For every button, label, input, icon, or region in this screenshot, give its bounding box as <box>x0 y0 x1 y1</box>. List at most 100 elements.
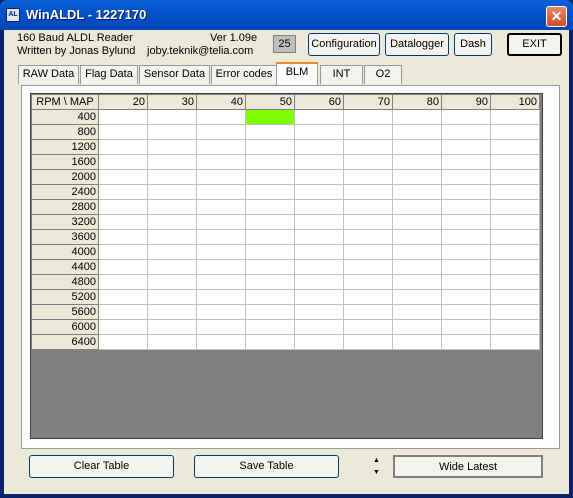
grid-cell[interactable] <box>490 319 540 335</box>
clear-table-button[interactable]: Clear Table <box>29 455 174 478</box>
grid-cell[interactable] <box>147 289 197 305</box>
grid-cell[interactable] <box>392 184 442 200</box>
grid-cell[interactable] <box>392 139 442 155</box>
grid-cell[interactable] <box>343 289 393 305</box>
grid-cell[interactable] <box>147 139 197 155</box>
grid-cell[interactable] <box>294 184 344 200</box>
grid-cell[interactable] <box>392 154 442 170</box>
grid-cell[interactable] <box>245 214 295 230</box>
grid-cell[interactable] <box>98 244 148 260</box>
grid-cell[interactable] <box>441 304 491 320</box>
grid-cell[interactable] <box>147 109 197 125</box>
grid-cell[interactable] <box>490 229 540 245</box>
grid-cell[interactable] <box>490 124 540 140</box>
grid-cell[interactable] <box>245 229 295 245</box>
grid-cell[interactable] <box>392 124 442 140</box>
grid-cell[interactable] <box>441 169 491 185</box>
grid-cell[interactable] <box>490 184 540 200</box>
grid-cell[interactable] <box>441 229 491 245</box>
grid-cell[interactable] <box>147 169 197 185</box>
grid-cell[interactable] <box>294 334 344 350</box>
grid-cell[interactable] <box>98 304 148 320</box>
grid-cell[interactable] <box>147 229 197 245</box>
grid-cell[interactable] <box>392 259 442 275</box>
grid-cell[interactable] <box>147 214 197 230</box>
grid-cell[interactable] <box>441 274 491 290</box>
grid-cell[interactable] <box>196 304 246 320</box>
grid-cell[interactable] <box>196 139 246 155</box>
grid-cell[interactable] <box>98 154 148 170</box>
grid-cell[interactable] <box>343 124 393 140</box>
grid-cell[interactable] <box>441 109 491 125</box>
tab-o2[interactable]: O2 <box>364 65 402 84</box>
grid-cell[interactable] <box>147 319 197 335</box>
grid-cell[interactable] <box>392 319 442 335</box>
grid-cell[interactable] <box>294 259 344 275</box>
grid-cell[interactable] <box>392 199 442 215</box>
grid-cell[interactable] <box>196 289 246 305</box>
grid-cell[interactable] <box>392 169 442 185</box>
grid-cell[interactable] <box>147 304 197 320</box>
grid-cell[interactable] <box>392 274 442 290</box>
grid-cell[interactable] <box>392 229 442 245</box>
grid-cell[interactable] <box>490 274 540 290</box>
grid-cell[interactable] <box>98 124 148 140</box>
grid-cell[interactable] <box>245 199 295 215</box>
grid-cell[interactable] <box>490 259 540 275</box>
grid-cell[interactable] <box>441 214 491 230</box>
grid-cell[interactable] <box>294 169 344 185</box>
grid-cell[interactable] <box>294 304 344 320</box>
grid-cell[interactable] <box>196 109 246 125</box>
grid-cell[interactable] <box>343 169 393 185</box>
grid-cell[interactable] <box>441 259 491 275</box>
dash-button[interactable]: Dash <box>454 33 492 56</box>
grid-cell[interactable] <box>343 304 393 320</box>
grid-cell[interactable] <box>245 304 295 320</box>
tab-error-codes[interactable]: Error codes <box>211 65 277 84</box>
grid-cell[interactable] <box>441 184 491 200</box>
grid-cell[interactable] <box>294 319 344 335</box>
datalogger-button[interactable]: Datalogger <box>385 33 449 56</box>
grid-cell[interactable] <box>294 274 344 290</box>
grid-cell[interactable] <box>343 244 393 260</box>
grid-cell[interactable] <box>245 334 295 350</box>
spin-down-icon[interactable]: ▼ <box>369 467 384 479</box>
grid-cell[interactable] <box>441 319 491 335</box>
grid-cell[interactable] <box>392 109 442 125</box>
title-bar[interactable]: AL WinALDL - 1227170 ✕ <box>0 0 573 30</box>
grid-cell[interactable] <box>343 334 393 350</box>
close-button[interactable]: ✕ <box>546 6 567 27</box>
configuration-button[interactable]: Configuration <box>308 33 380 56</box>
grid-cell[interactable] <box>245 124 295 140</box>
grid-cell[interactable] <box>196 199 246 215</box>
grid-cell[interactable] <box>147 274 197 290</box>
grid-cell[interactable] <box>392 214 442 230</box>
grid-cell[interactable] <box>392 244 442 260</box>
grid-cell[interactable] <box>294 109 344 125</box>
grid-cell[interactable] <box>98 229 148 245</box>
grid-cell[interactable] <box>147 124 197 140</box>
grid-cell[interactable] <box>245 289 295 305</box>
tab-int[interactable]: INT <box>320 65 363 84</box>
grid-cell[interactable] <box>441 244 491 260</box>
grid-cell[interactable] <box>196 259 246 275</box>
grid-cell[interactable] <box>196 214 246 230</box>
tab-blm[interactable]: BLM <box>276 62 318 85</box>
grid-cell[interactable] <box>147 259 197 275</box>
grid-cell[interactable] <box>245 169 295 185</box>
grid-cell[interactable] <box>196 334 246 350</box>
grid-cell[interactable] <box>343 319 393 335</box>
grid-cell[interactable] <box>343 274 393 290</box>
grid-cell[interactable] <box>343 184 393 200</box>
grid-cell[interactable] <box>147 334 197 350</box>
grid-cell[interactable] <box>392 304 442 320</box>
spin-control[interactable]: ▲ ▼ <box>369 455 384 479</box>
grid-cell[interactable] <box>98 139 148 155</box>
grid-cell[interactable] <box>196 124 246 140</box>
grid-cell[interactable] <box>196 274 246 290</box>
grid-cell[interactable] <box>294 289 344 305</box>
grid-cell[interactable] <box>294 244 344 260</box>
grid-cell[interactable] <box>98 334 148 350</box>
grid-cell[interactable] <box>343 259 393 275</box>
tab-raw-data[interactable]: RAW Data <box>18 65 79 84</box>
